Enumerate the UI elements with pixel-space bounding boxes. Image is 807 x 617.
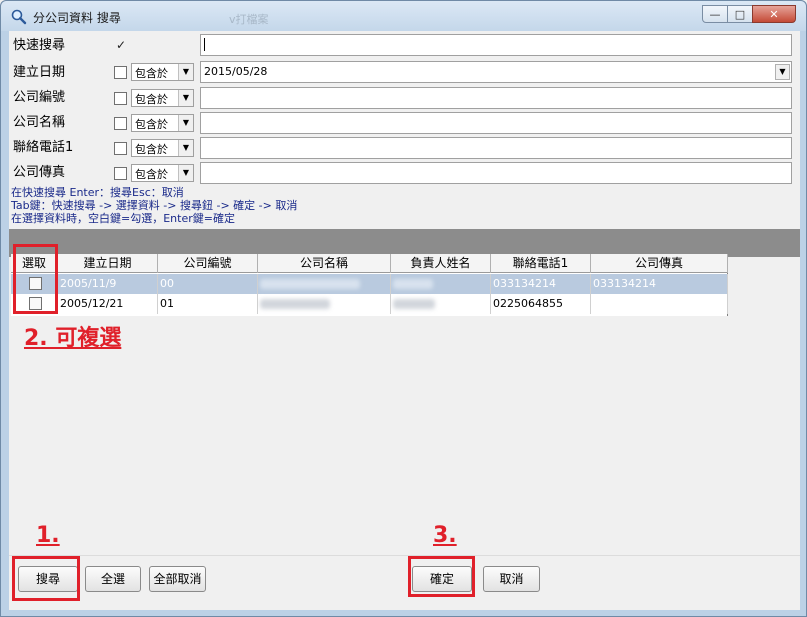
chevron-down-icon: ▼ xyxy=(178,90,193,106)
grid-header: 選取 建立日期 公司編號 公司名稱 負責人姓名 聯絡電話1 公司傳真 xyxy=(11,254,728,273)
quick-search-label: 快速搜尋 xyxy=(13,38,66,53)
column-header-code[interactable]: 公司編號 xyxy=(158,254,258,273)
chevron-down-icon: ▼ xyxy=(178,115,193,131)
results-grid[interactable]: 選取 建立日期 公司編號 公司名稱 負責人姓名 聯絡電話1 公司傳真 2005/… xyxy=(11,254,728,316)
criteria-label: 公司編號 xyxy=(13,90,66,105)
hint-line: 在快速搜尋 Enter：搜尋Esc：取消 xyxy=(11,186,184,199)
step-1-annotation: 1. xyxy=(36,523,60,548)
quick-search-row: 快速搜尋 ✓ xyxy=(9,34,800,59)
step-3-annotation: 3. xyxy=(433,523,457,548)
criteria-row-name: 公司名稱 包含於 ▼ xyxy=(9,109,800,134)
quick-search-input[interactable] xyxy=(200,34,792,56)
criteria-row-phone: 聯絡電話1 包含於 ▼ xyxy=(9,134,800,159)
search-window: 分公司資料 搜尋 ⅴ打檔案 — □ ✕ 快速搜尋 ✓ 建立日期 包含於 ▼ 20… xyxy=(0,0,807,617)
name-cell xyxy=(258,274,391,294)
criteria-label: 聯絡電話1 xyxy=(13,140,74,155)
column-header-owner[interactable]: 負責人姓名 xyxy=(391,254,491,273)
background-window-text: ⅴ打檔案 xyxy=(229,13,269,26)
operator-select[interactable]: 包含於 ▼ xyxy=(131,89,194,107)
criteria-checkbox[interactable] xyxy=(114,142,127,155)
criteria-checkbox[interactable] xyxy=(114,66,127,79)
quick-search-checkbox[interactable]: ✓ xyxy=(115,38,128,52)
code-cell: 01 xyxy=(158,294,258,314)
column-header-date[interactable]: 建立日期 xyxy=(58,254,158,273)
hint-line: Tab鍵：快速搜尋 -> 選擇資料 -> 搜尋鈕 -> 確定 -> 取消 xyxy=(11,199,298,212)
check-icon: ✓ xyxy=(116,38,127,52)
fax-cell xyxy=(591,294,728,314)
column-header-phone[interactable]: 聯絡電話1 xyxy=(491,254,591,273)
owner-cell xyxy=(391,294,491,314)
operator-select[interactable]: 包含於 ▼ xyxy=(131,63,194,81)
criteria-checkbox[interactable] xyxy=(114,92,127,105)
checkbox-highlight xyxy=(13,244,58,314)
criteria-row-date: 建立日期 包含於 ▼ 2015/05/28 ▼ xyxy=(9,59,800,84)
date-cell: 2005/12/21 xyxy=(58,294,158,314)
grid-toolbar xyxy=(9,229,800,257)
fax-cell: 033134214 xyxy=(591,274,728,294)
chevron-down-icon: ▼ xyxy=(178,140,193,156)
column-header-fax[interactable]: 公司傳真 xyxy=(591,254,728,273)
hint-line: 在選擇資料時，空白鍵=勾選，Enter鍵=確定 xyxy=(11,212,235,225)
date-value: 2015/05/28 xyxy=(204,65,268,78)
multi-select-annotation: 2. 可複選 xyxy=(24,326,122,351)
code-cell: 00 xyxy=(158,274,258,294)
title-bar[interactable]: 分公司資料 搜尋 ⅴ打檔案 — □ ✕ xyxy=(1,1,806,31)
criteria-input[interactable] xyxy=(200,137,792,159)
date-picker[interactable]: 2015/05/28 ▼ xyxy=(200,61,792,83)
minimize-icon: — xyxy=(709,7,721,21)
close-icon: ✕ xyxy=(769,7,779,21)
date-cell: 2005/11/9 xyxy=(58,274,158,294)
ok-button-highlight xyxy=(408,556,475,597)
criteria-input[interactable] xyxy=(200,87,792,109)
redacted-text xyxy=(260,299,330,309)
maximize-icon: □ xyxy=(734,7,746,21)
operator-select[interactable]: 包含於 ▼ xyxy=(131,114,194,132)
name-cell xyxy=(258,294,391,314)
criteria-input[interactable] xyxy=(200,162,792,184)
maximize-button[interactable]: □ xyxy=(727,5,753,23)
button-bar: 搜尋 全選 全部取消 確定 取消 xyxy=(9,555,800,610)
criteria-input[interactable] xyxy=(200,112,792,134)
phone-cell: 0225064855 xyxy=(491,294,591,314)
redacted-text xyxy=(393,279,433,289)
window-title: 分公司資料 搜尋 xyxy=(33,11,121,25)
chevron-down-icon: ▼ xyxy=(178,165,193,181)
criteria-label: 公司傳真 xyxy=(13,165,66,180)
cancel-button[interactable]: 取消 xyxy=(483,566,540,592)
chevron-down-icon: ▼ xyxy=(178,64,193,80)
dialog-client: 快速搜尋 ✓ 建立日期 包含於 ▼ 2015/05/28 ▼ 公司編號 包含於 … xyxy=(9,31,800,610)
search-button-highlight xyxy=(12,556,80,601)
criteria-checkbox[interactable] xyxy=(114,117,127,130)
text-caret xyxy=(204,38,205,51)
owner-cell xyxy=(391,274,491,294)
criteria-row-fax: 公司傳真 包含於 ▼ xyxy=(9,159,800,184)
phone-cell: 033134214 xyxy=(491,274,591,294)
redacted-text xyxy=(393,299,435,309)
criteria-label: 建立日期 xyxy=(13,65,66,80)
select-all-button[interactable]: 全選 xyxy=(85,566,141,592)
keyboard-hints: 在快速搜尋 Enter：搜尋Esc：取消 Tab鍵：快速搜尋 -> 選擇資料 -… xyxy=(11,186,297,225)
table-row[interactable]: 2005/12/21 01 0225064855 xyxy=(11,294,728,314)
operator-select[interactable]: 包含於 ▼ xyxy=(131,164,194,182)
operator-select[interactable]: 包含於 ▼ xyxy=(131,139,194,157)
minimize-button[interactable]: — xyxy=(702,5,728,23)
table-row[interactable]: 2005/11/9 00 033134214 033134214 xyxy=(11,274,728,294)
deselect-all-button[interactable]: 全部取消 xyxy=(149,566,206,592)
chevron-down-icon[interactable]: ▼ xyxy=(775,64,790,80)
criteria-row-code: 公司編號 包含於 ▼ xyxy=(9,84,800,109)
column-header-name[interactable]: 公司名稱 xyxy=(258,254,391,273)
criteria-label: 公司名稱 xyxy=(13,115,66,130)
close-button[interactable]: ✕ xyxy=(752,5,796,23)
search-icon xyxy=(11,9,27,25)
criteria-checkbox[interactable] xyxy=(114,167,127,180)
redacted-text xyxy=(260,279,360,289)
